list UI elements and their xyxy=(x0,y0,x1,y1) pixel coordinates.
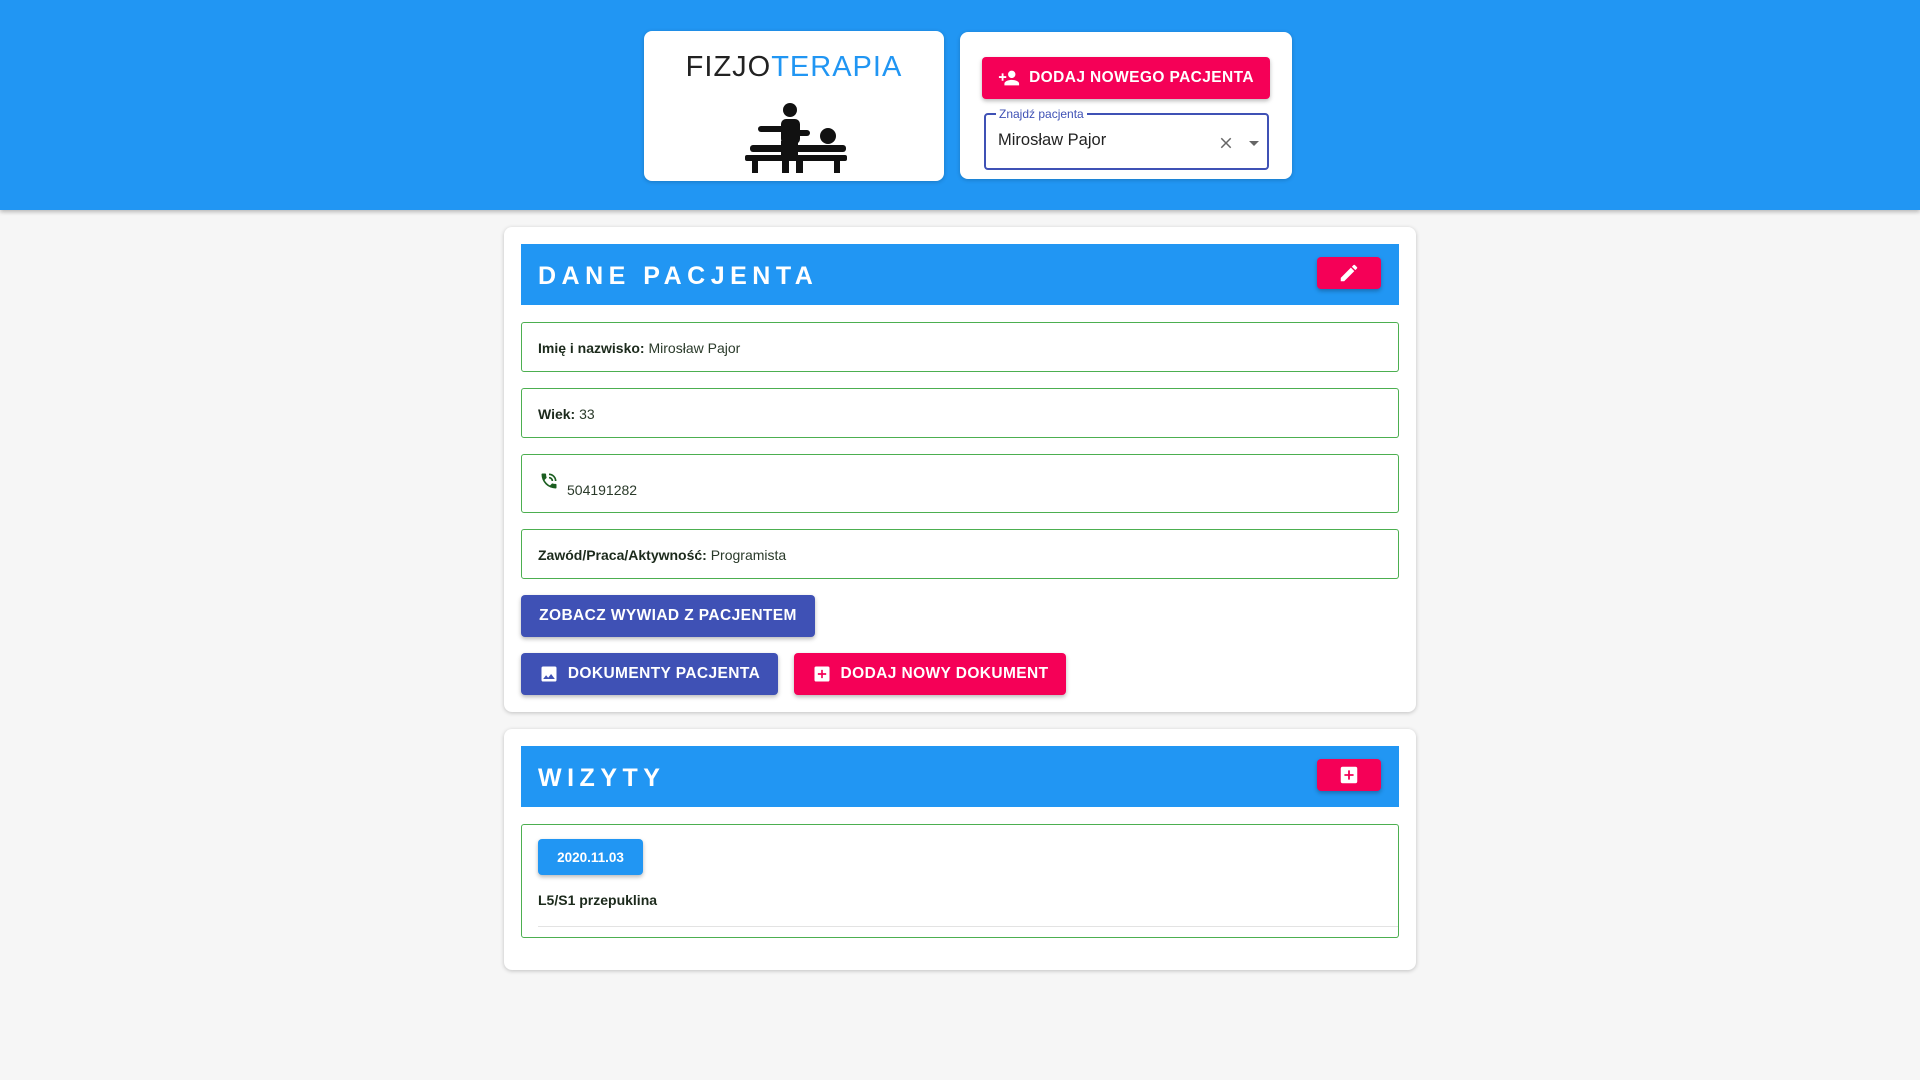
add-document-label: Dodaj nowy dokument xyxy=(840,665,1049,682)
visits-card: WIZYTY 2020.11.03 L5/S1 przepuklina xyxy=(504,729,1416,970)
patient-age-row: Wiek: 33 xyxy=(521,388,1399,438)
patient-section-header: DANE PACJENTA xyxy=(521,244,1399,305)
add-patient-label: Dodaj nowego pacjenta xyxy=(1029,69,1254,86)
add-visit-button[interactable] xyxy=(1317,759,1381,791)
logo-card: FIZJOTERAPIA xyxy=(644,31,944,181)
visit-date-button[interactable]: 2020.11.03 xyxy=(538,839,643,875)
app-header: FIZJOTERAPIA Dodaj nowego pacjenta Znajd… xyxy=(0,0,1920,210)
patient-section-title: DANE PACJENTA xyxy=(538,262,819,290)
visit-description: L5/S1 przepuklina xyxy=(538,892,658,908)
age-value: 33 xyxy=(579,406,595,422)
visits-section-title: WIZYTY xyxy=(538,764,666,792)
clear-icon[interactable] xyxy=(1214,131,1238,155)
edit-patient-button[interactable] xyxy=(1317,257,1381,289)
visits-section-header: WIZYTY xyxy=(521,746,1399,807)
phone-value: 504191282 xyxy=(567,482,638,498)
person-add-icon xyxy=(998,70,1020,86)
dropdown-arrow-icon[interactable] xyxy=(1242,131,1266,155)
visit-item: 2020.11.03 L5/S1 przepuklina xyxy=(521,824,1399,938)
logo-text: FIZJOTERAPIA xyxy=(685,51,903,83)
job-value: Programista xyxy=(710,547,787,563)
age-label: Wiek: xyxy=(538,406,576,422)
view-interview-label: Zobacz wywiad z pacjentem xyxy=(539,607,797,624)
patient-actions-card: Dodaj nowego pacjenta Znajdź pacjenta xyxy=(960,32,1292,179)
patient-documents-button[interactable]: Dokumenty pacjenta xyxy=(521,653,778,695)
patient-job-row: Zawód/Praca/Aktywność: Programista xyxy=(521,529,1399,579)
search-input[interactable] xyxy=(998,131,1208,150)
patient-documents-label: Dokumenty pacjenta xyxy=(567,665,761,682)
name-value: Mirosław Pajor xyxy=(648,340,741,356)
patient-search-field[interactable]: Znajdź pacjenta xyxy=(984,107,1269,170)
search-label: Znajdź pacjenta xyxy=(996,107,1087,121)
phone-icon xyxy=(541,473,557,489)
add-box-icon xyxy=(1340,766,1358,784)
view-interview-button[interactable]: Zobacz wywiad z pacjentem xyxy=(521,595,815,637)
patient-name-row: Imię i nazwisko: Mirosław Pajor xyxy=(521,322,1399,372)
massage-therapist-icon xyxy=(745,103,847,173)
add-document-button[interactable]: Dodaj nowy dokument xyxy=(794,653,1066,695)
job-label: Zawód/Praca/Aktywność: xyxy=(538,547,707,563)
add-patient-button[interactable]: Dodaj nowego pacjenta xyxy=(982,57,1270,99)
patient-data-card: DANE PACJENTA Imię i nazwisko: Mirosław … xyxy=(504,227,1416,712)
visit-divider xyxy=(538,926,1398,927)
name-label: Imię i nazwisko: xyxy=(538,340,645,356)
add-box-icon xyxy=(814,666,830,682)
patient-phone-row: 504191282 xyxy=(521,454,1399,513)
edit-icon xyxy=(1340,264,1358,282)
image-icon xyxy=(541,666,557,682)
